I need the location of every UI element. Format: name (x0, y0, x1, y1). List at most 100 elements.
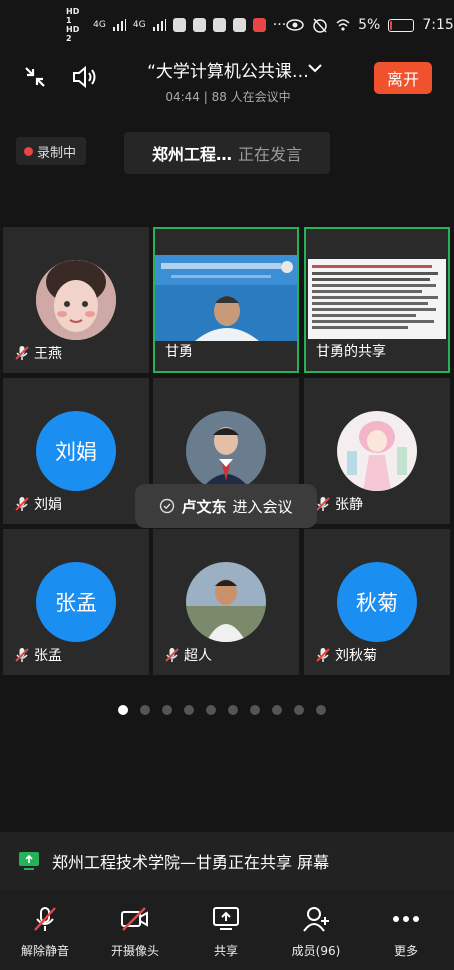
more-button[interactable]: 更多 (368, 904, 444, 959)
more-label: 更多 (393, 944, 418, 958)
hd-indicator: HD 1 HD 2 (66, 7, 86, 43)
unmute-button[interactable]: 解除静音 (7, 904, 83, 959)
meeting-subtitle: 04:44 | 88 人在会议中 (118, 88, 338, 105)
tile-label: 甘勇 (165, 341, 193, 361)
app-notification-icon (172, 18, 186, 32)
participant-tile[interactable]: 王燕 (3, 227, 149, 373)
page-dot[interactable] (206, 705, 216, 715)
participant-name: 张静 (335, 497, 363, 513)
status-right: 5% 7:15 (286, 17, 454, 33)
signal-bars-2-icon (152, 19, 166, 31)
video-feed (155, 255, 297, 341)
signal-2-label: 4G (132, 20, 146, 30)
participant-count: 88 人在会议中 (211, 90, 291, 104)
mic-off-icon (30, 904, 60, 934)
mic-off-icon (316, 648, 330, 662)
chat-notification-icon (192, 18, 206, 32)
recording-label: 录制中 (37, 145, 77, 161)
page-dot[interactable] (140, 705, 150, 715)
screen-share-banner[interactable]: 郑州工程技术学院—甘勇正在共享 屏幕 (0, 832, 454, 890)
hd2-label: HD 2 (66, 25, 80, 43)
battery-icon (388, 18, 415, 32)
tile-label: 王燕 (13, 343, 62, 363)
avatar (186, 562, 266, 642)
status-left: HD 1 HD 2 4G 4G ··· (66, 7, 286, 43)
tile-label: 张静 (314, 494, 363, 514)
page-dot[interactable] (162, 705, 172, 715)
hd1-label: HD 1 (66, 7, 80, 25)
avatar: 张孟 (36, 562, 116, 642)
mic-off-icon (15, 497, 29, 511)
tile-label: 刘秋菊 (314, 645, 377, 665)
participant-name: 刘秋菊 (335, 648, 377, 664)
members-button[interactable]: 成员(96) (278, 904, 354, 959)
speaker-status: 正在发言 (238, 145, 303, 164)
leave-button[interactable]: 离开 (374, 62, 432, 94)
signal-bars-icon (112, 19, 126, 31)
check-circle-icon (160, 498, 175, 514)
tile-label: 张孟 (13, 645, 62, 665)
page-dot[interactable] (250, 705, 260, 715)
members-label: 成员(96) (291, 944, 341, 958)
active-speaker-indicator: 郑州工程… 正在发言 (124, 132, 330, 174)
shield-notification-icon (232, 18, 246, 32)
speaker-name: 郑州工程… (151, 145, 232, 164)
page-dot[interactable] (228, 705, 238, 715)
participant-tile[interactable]: 超人 (153, 529, 299, 675)
participant-name: 甘勇的共享 (316, 344, 386, 360)
participant-name: 王燕 (34, 346, 62, 362)
battery-percent: 5% (358, 17, 381, 33)
camera-button[interactable]: 开摄像头 (97, 904, 173, 959)
tile-label: 超人 (163, 645, 212, 665)
alarm-off-icon (313, 18, 327, 33)
clock: 7:15 (422, 17, 454, 33)
screen-share-icon (19, 852, 39, 870)
meeting-header: “大学计算机公共课… 04:44 | 88 人在会议中 离开 (0, 50, 454, 108)
avatar: 秋菊 (337, 562, 417, 642)
participant-name: 刘娟 (34, 497, 62, 513)
mic-off-icon (15, 346, 29, 360)
camera-off-icon (120, 904, 150, 934)
minimize-icon[interactable] (20, 62, 50, 92)
unmute-label: 解除静音 (20, 944, 69, 958)
participant-name: 甘勇 (165, 344, 193, 360)
avatar: 刘娟 (36, 411, 116, 491)
wifi-icon (336, 19, 350, 31)
speaker-icon[interactable] (70, 62, 100, 92)
bottom-toolbar: 解除静音 开摄像头 共享 成员(96) 更多 (0, 890, 454, 970)
record-dot-icon (24, 146, 33, 156)
red-app-notification-icon (252, 18, 266, 32)
join-notification-toast: 卢文东 进入会议 (135, 484, 317, 528)
members-icon (301, 904, 331, 934)
avatar (186, 411, 266, 491)
participant-name: 超人 (184, 648, 212, 664)
participant-tile[interactable]: 秋菊 刘秋菊 (304, 529, 450, 675)
share-screen-icon (211, 904, 241, 934)
screen-share-tile[interactable]: 甘勇的共享 (304, 227, 450, 373)
participant-tile[interactable]: 张静 (304, 378, 450, 524)
share-button[interactable]: 共享 (188, 904, 264, 959)
participant-name: 张孟 (34, 648, 62, 664)
page-dot[interactable] (294, 705, 304, 715)
signal-1-label: 4G (93, 20, 106, 30)
page-dot[interactable] (316, 705, 326, 715)
mic-off-icon (165, 648, 179, 662)
participant-tile[interactable]: 张孟 张孟 (3, 529, 149, 675)
status-bar: HD 1 HD 2 4G 4G ··· 5% 7:15 (0, 0, 454, 50)
page-dot[interactable] (184, 705, 194, 715)
avatar (36, 260, 116, 340)
meeting-duration: 04:44 (165, 90, 200, 104)
toast-participant-name: 卢文东 (181, 497, 227, 516)
chevron-down-icon[interactable] (300, 53, 330, 83)
share-label: 共享 (213, 944, 238, 958)
mic-off-icon (15, 648, 29, 662)
participant-tile-active[interactable]: 甘勇 (153, 227, 299, 373)
page-indicator[interactable] (118, 705, 326, 715)
shared-screen-thumbnail (308, 259, 446, 339)
eye-icon (286, 19, 304, 31)
more-notifications-icon: ··· (272, 17, 287, 33)
page-dot-active[interactable] (118, 705, 128, 715)
participant-tile[interactable]: 刘娟 刘娟 (3, 378, 149, 524)
browser-notification-icon (212, 18, 226, 32)
page-dot[interactable] (272, 705, 282, 715)
